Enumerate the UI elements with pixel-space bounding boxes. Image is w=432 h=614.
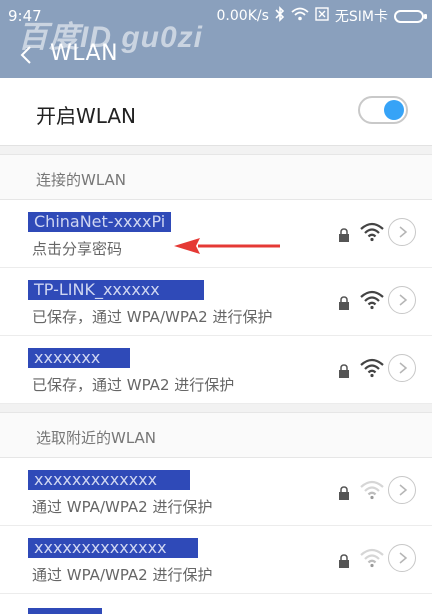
network-ssid: TP-LINK_xxxxxx	[28, 280, 204, 300]
network-row-nearby[interactable]: xxxxxxxxxxxxx 通过 WPA/WPA2 进行保护	[0, 458, 432, 526]
no-sim-icon	[315, 7, 329, 25]
section-gap	[0, 404, 432, 412]
lock-icon	[338, 363, 350, 378]
bluetooth-icon	[275, 6, 285, 26]
network-security-status: 已保存，通过 WPA2 进行保护	[32, 376, 235, 394]
network-ssid: xxxxxxxxxxxxxx	[28, 538, 198, 558]
network-security-status: 通过 WPA/WPA2 进行保护	[32, 566, 213, 584]
chevron-right-icon	[399, 552, 408, 564]
wlan-toggle-row[interactable]: 开启WLAN	[0, 78, 432, 146]
network-row-nearby[interactable]	[0, 594, 432, 614]
wifi-signal-weak-icon	[360, 480, 384, 500]
sim-status: 无SIM卡	[334, 9, 388, 25]
wifi-status-icon	[291, 7, 309, 25]
chevron-right-icon	[399, 294, 408, 306]
network-details-button[interactable]	[388, 476, 416, 504]
network-row-saved[interactable]: xxxxxxx 已保存，通过 WPA2 进行保护	[0, 336, 432, 404]
nearby-section-header: 选取附近的WLAN	[0, 412, 432, 458]
chevron-right-icon	[399, 362, 408, 374]
wlan-switch[interactable]	[358, 96, 408, 124]
network-row-connected[interactable]: ChinaNet-xxxxPi 点击分享密码	[0, 200, 432, 268]
lock-icon	[338, 553, 350, 568]
network-row-saved[interactable]: TP-LINK_xxxxxx 已保存，通过 WPA/WPA2 进行保护	[0, 268, 432, 336]
network-ssid: xxxxxxxxxxxxx	[28, 470, 190, 490]
connected-section-header: 连接的WLAN	[0, 154, 432, 200]
chevron-right-icon	[399, 484, 408, 496]
status-right: 0.00K/s 无SIM卡	[216, 6, 427, 26]
share-password-hint[interactable]: 点击分享密码	[32, 238, 122, 259]
section-gap	[0, 146, 432, 154]
network-details-button[interactable]	[388, 544, 416, 572]
lock-icon	[338, 295, 350, 310]
wifi-signal-strong-icon	[360, 222, 384, 242]
network-security-status: 已保存，通过 WPA/WPA2 进行保护	[32, 308, 273, 326]
connected-section-label: 连接的WLAN	[36, 171, 127, 189]
wifi-signal-weak-icon	[360, 548, 384, 568]
lock-icon	[338, 227, 350, 242]
nearby-section-label: 选取附近的WLAN	[36, 429, 157, 447]
wifi-signal-strong-icon	[360, 358, 384, 378]
chevron-right-icon	[399, 226, 408, 238]
lock-icon	[338, 485, 350, 500]
network-ssid: xxxxxxx	[28, 348, 130, 368]
battery-icon	[394, 9, 427, 23]
switch-knob	[384, 100, 404, 120]
network-details-button[interactable]	[388, 218, 416, 246]
wifi-signal-strong-icon	[360, 290, 384, 310]
network-ssid: ChinaNet-xxxxPi	[28, 212, 172, 232]
watermark-text: 百度ID gu0zi	[18, 21, 204, 54]
network-row-nearby[interactable]: xxxxxxxxxxxxxx 通过 WPA/WPA2 进行保护	[0, 526, 432, 594]
network-details-button[interactable]	[388, 354, 416, 382]
network-speed: 0.00K/s	[216, 8, 269, 24]
wlan-toggle-label: 开启WLAN	[36, 104, 137, 128]
network-details-button[interactable]	[388, 286, 416, 314]
network-ssid-redacted	[28, 608, 102, 614]
annotation-arrow	[174, 238, 280, 254]
network-security-status: 通过 WPA/WPA2 进行保护	[32, 498, 213, 516]
